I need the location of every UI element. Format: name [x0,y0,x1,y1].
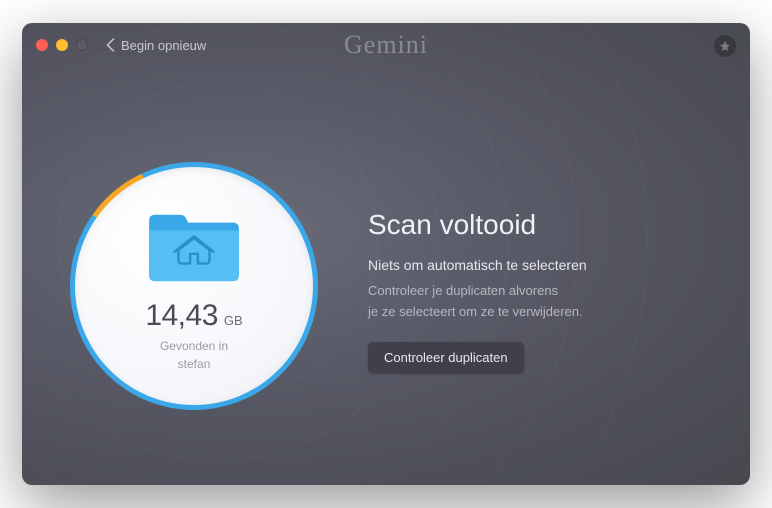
scan-size: 14,43 GB [145,299,242,333]
app-window: Begin opnieuw Gemini [22,23,750,485]
home-folder-icon [145,207,243,285]
found-in-location: stefan [178,357,211,371]
close-button[interactable] [36,39,48,51]
results-subtitle: Niets om automatisch te selecteren [368,257,702,273]
results-description: Controleer je duplicaten alvorens je ze … [368,281,702,323]
app-logo: Gemini [344,30,428,60]
back-label: Begin opnieuw [121,38,206,53]
chevron-left-icon [106,38,115,52]
back-button[interactable]: Begin opnieuw [106,38,206,53]
scan-location: Gevonden in stefan [160,337,228,373]
results-panel: Scan voltooid Niets om automatisch te se… [368,199,702,374]
maximize-button[interactable] [76,39,88,51]
scan-result-circle: 14,43 GB Gevonden in stefan [70,162,318,410]
results-heading: Scan voltooid [368,209,702,241]
scan-size-unit: GB [224,313,243,328]
minimize-button[interactable] [56,39,68,51]
traffic-lights [36,39,88,51]
main-content: 14,43 GB Gevonden in stefan Scan voltooi… [22,67,750,485]
found-in-label: Gevonden in [160,339,228,353]
review-duplicates-button[interactable]: Controleer duplicaten [368,342,524,373]
titlebar: Begin opnieuw Gemini [22,23,750,67]
star-icon [719,40,731,52]
favorite-button[interactable] [714,35,736,57]
scan-size-value: 14,43 [145,299,218,333]
